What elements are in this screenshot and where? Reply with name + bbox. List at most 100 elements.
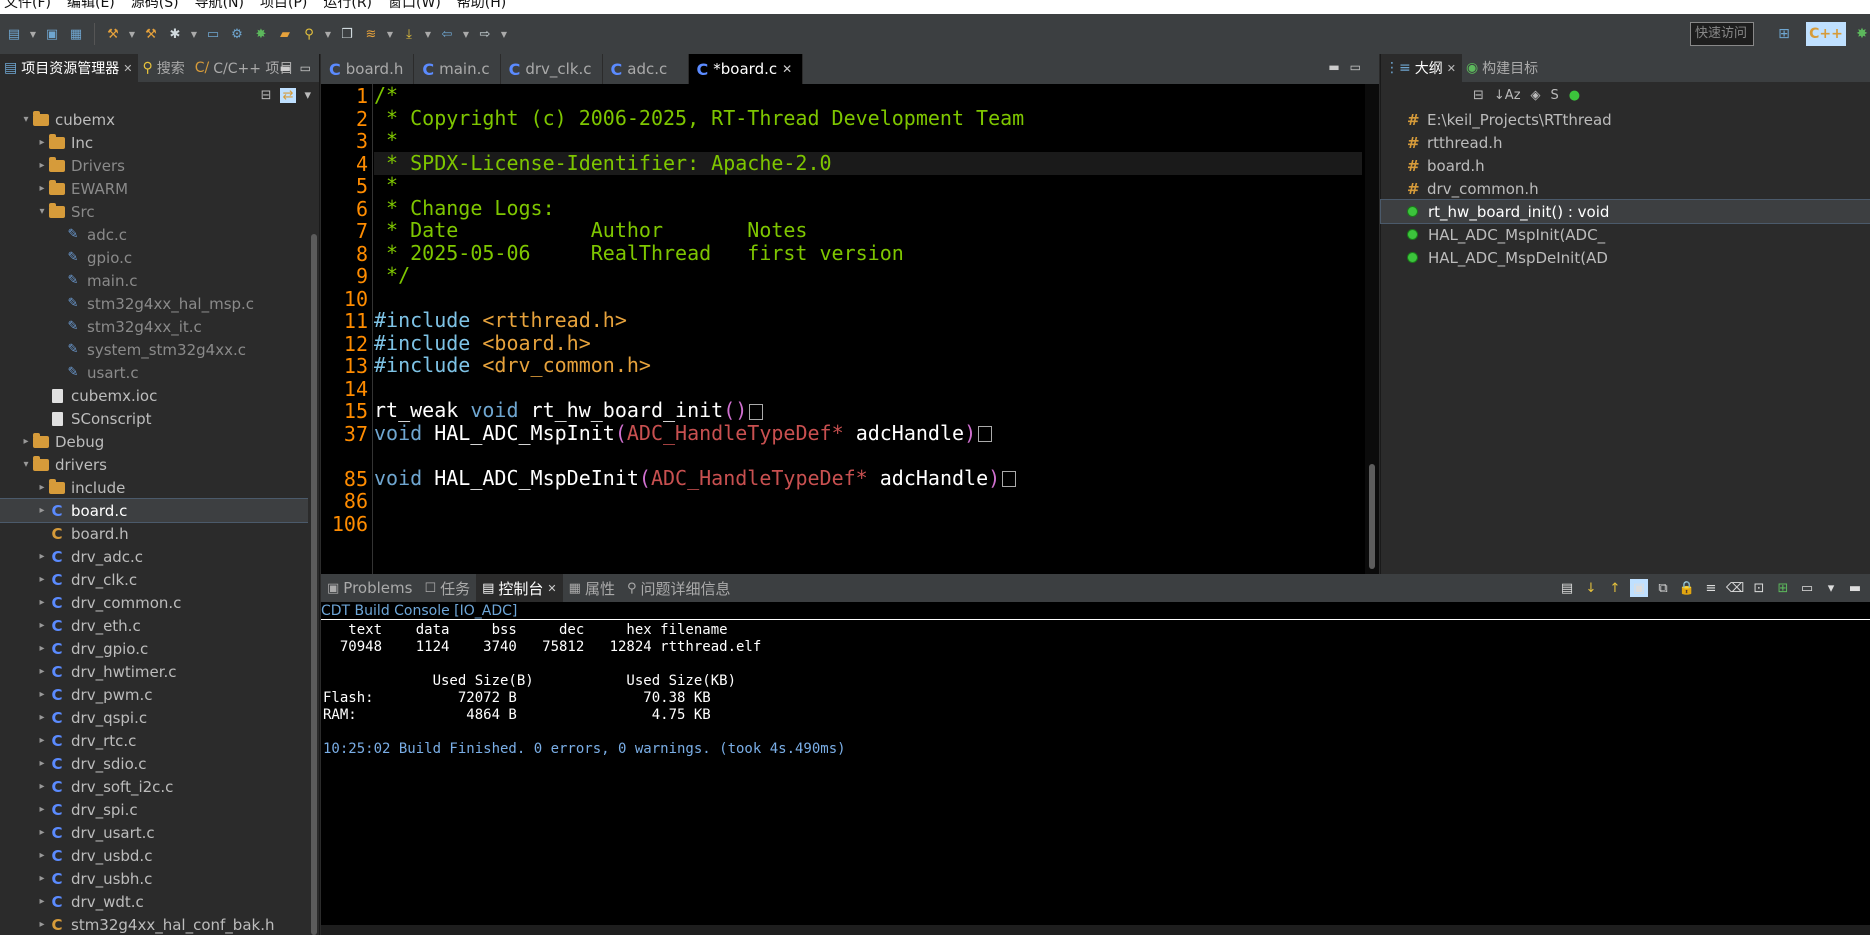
outline-item[interactable]: rt_hw_board_init() : void xyxy=(1380,199,1870,224)
maximize-icon[interactable]: ▭ xyxy=(300,61,311,75)
terminal-icon[interactable]: ▭ xyxy=(203,24,223,44)
expand-toggle-icon[interactable]: ▸ xyxy=(36,574,48,585)
expand-toggle-icon[interactable]: ▸ xyxy=(36,804,48,815)
pin-console-icon[interactable]: ⊡ xyxy=(1750,579,1768,597)
forward-arrow-icon[interactable]: ⇨ xyxy=(475,24,495,44)
tree-item[interactable]: ✎ stm32g4xx_it.c xyxy=(0,315,308,338)
clear-console-icon[interactable]: ⌫ xyxy=(1726,579,1744,597)
back-arrow-icon[interactable]: ⇦ xyxy=(437,24,457,44)
expand-toggle-icon[interactable]: ▸ xyxy=(36,712,48,723)
code-line[interactable]: */ xyxy=(374,264,410,287)
expand-toggle-icon[interactable]: ▸ xyxy=(36,597,48,608)
tree-item[interactable]: ▸ Cdrv_soft_i2c.c xyxy=(0,775,308,798)
editor-minmax-icons[interactable]: ▬▭ xyxy=(1328,60,1371,74)
scrollbar-thumb[interactable] xyxy=(1369,464,1375,569)
code-line[interactable]: * 2025-05-06 RealThread first version xyxy=(374,241,904,265)
tools-icon[interactable]: ✱ xyxy=(165,24,185,44)
menu-item[interactable]: 窗口(W) xyxy=(384,0,453,10)
tree-item[interactable]: ▸ Cdrv_wdt.c xyxy=(0,890,308,913)
settings-gear-icon[interactable]: ⚙ xyxy=(227,24,247,44)
tab-search[interactable]: ⚲ 搜索 xyxy=(138,54,190,82)
tree-item[interactable]: ✎ adc.c xyxy=(0,223,308,246)
code-area[interactable]: 1 2 3 4 5 6 7 8 9 10 11 12 13 14 15 37 85 86 106 /* * Copy… xyxy=(321,84,1379,574)
tree-item[interactable]: ▸ Inc xyxy=(0,131,308,154)
perspective-grid-icon[interactable]: ⊞ xyxy=(1772,22,1796,46)
tree-item[interactable]: ✎ system_stm32g4xx.c xyxy=(0,338,308,361)
menu-item[interactable]: 运行(R) xyxy=(319,0,384,10)
expand-toggle-icon[interactable]: ▸ xyxy=(36,620,48,631)
editor-scrollbar[interactable] xyxy=(1365,84,1379,574)
code-line[interactable]: #include <drv_common.h> xyxy=(374,354,651,377)
open-folder-icon[interactable]: ▰ xyxy=(275,24,295,44)
console-tab[interactable]: ▤ 控制台 ✕ xyxy=(476,574,563,602)
sort-icon[interactable]: ↓Az xyxy=(1494,88,1521,103)
tree-item[interactable]: ▸ Cstm32g4xx_hal_conf_bak.h xyxy=(0,913,308,935)
outline-item[interactable]: # rtthread.h xyxy=(1381,131,1870,154)
expand-toggle-icon[interactable]: ▸ xyxy=(36,666,48,677)
project-tree-scrollbar[interactable] xyxy=(309,108,319,935)
build-icon[interactable]: ⚒ xyxy=(103,24,123,44)
search-dropdown-icon[interactable]: ▼ xyxy=(323,24,333,44)
hammer-icon[interactable]: ⚒ xyxy=(141,24,161,44)
tree-item[interactable]: Cboard.h xyxy=(0,522,308,545)
copy-icon[interactable]: ⧉ xyxy=(1654,579,1672,597)
save-all-icon[interactable]: ▦ xyxy=(66,24,86,44)
tree-item[interactable]: ▸ Cdrv_hwtimer.c xyxy=(0,660,308,683)
folded-block-icon[interactable] xyxy=(749,403,764,420)
code-line[interactable]: rt_weak void rt_hw_board_init() xyxy=(374,399,764,422)
tree-item[interactable]: ✎ stm32g4xx_hal_msp.c xyxy=(0,292,308,315)
code-line[interactable]: #include <rtthread.h> xyxy=(374,309,627,332)
console-tab[interactable]: ☐ 任务 xyxy=(418,574,476,602)
tree-item[interactable]: ▸ Debug xyxy=(0,430,308,453)
tree-item[interactable]: ▸ Drivers xyxy=(0,154,308,177)
save-icon[interactable]: ▣ xyxy=(42,24,62,44)
tree-item[interactable]: ▸ Cdrv_qspi.c xyxy=(0,706,308,729)
menu-item[interactable]: 源码(S) xyxy=(127,0,191,10)
menu-item[interactable]: 导航(N) xyxy=(191,0,256,10)
tree-item[interactable]: ▸ Cdrv_clk.c xyxy=(0,568,308,591)
code-line[interactable]: * Date Author Notes xyxy=(374,219,807,242)
code-line[interactable]: * xyxy=(374,129,398,152)
download-icon[interactable]: ⤓ xyxy=(399,24,419,44)
expand-toggle-icon[interactable]: ▸ xyxy=(36,482,48,493)
hide-nonpublic-icon[interactable]: ● xyxy=(1569,88,1580,103)
expand-toggle-icon[interactable]: ▸ xyxy=(36,758,48,769)
show-console-icon[interactable]: ▣ xyxy=(1630,579,1648,597)
open-console-icon[interactable]: ▤ xyxy=(1558,579,1576,597)
quick-access-input[interactable]: 快速访问 xyxy=(1690,22,1754,46)
tree-item[interactable]: ✎ main.c xyxy=(0,269,308,292)
expand-toggle-icon[interactable]: ▾ xyxy=(20,114,32,125)
layers-icon[interactable]: ≋ xyxy=(361,24,381,44)
search-icon[interactable]: ⚲ xyxy=(299,24,319,44)
close-icon[interactable]: ✕ xyxy=(547,582,556,595)
code-line[interactable]: * Change Logs: xyxy=(374,196,555,220)
close-icon[interactable]: ✕ xyxy=(782,62,792,76)
expand-toggle-icon[interactable]: ▸ xyxy=(36,896,48,907)
tree-item[interactable]: ▾ cubemx xyxy=(0,108,308,131)
tree-item[interactable]: ▸ Cboard.c xyxy=(0,498,308,523)
new-console-icon[interactable]: ⊞ xyxy=(1774,579,1792,597)
code-line[interactable]: /* xyxy=(374,84,398,107)
tab-build-targets[interactable]: ◉ 构建目标 xyxy=(1462,54,1544,82)
expand-toggle-icon[interactable]: ▸ xyxy=(20,436,32,447)
code-line[interactable]: void HAL_ADC_MspDeInit(ADC_HandleTypeDef… xyxy=(374,466,1017,490)
console-tab[interactable]: ⚲ 问题详细信息 xyxy=(621,574,737,602)
collapse-all-icon[interactable]: ⊟ xyxy=(1473,88,1484,103)
console-tab[interactable]: ▦ 属性 xyxy=(563,574,621,602)
download-dropdown-icon[interactable]: ▼ xyxy=(423,24,433,44)
current-code-line[interactable]: * SPDX-License-Identifier: Apache-2.0 xyxy=(374,151,1362,175)
expand-toggle-icon[interactable]: ▸ xyxy=(36,827,48,838)
outline-item[interactable]: # board.h xyxy=(1381,154,1870,177)
editor-tab[interactable]: C *board.c ✕ xyxy=(688,54,804,84)
expand-toggle-icon[interactable]: ▸ xyxy=(36,689,48,700)
tree-item[interactable]: ▸ Cdrv_usart.c xyxy=(0,821,308,844)
code-line[interactable]: * xyxy=(374,174,398,197)
outline-item[interactable]: HAL_ADC_MspDeInit(AD xyxy=(1381,246,1870,269)
tree-item[interactable]: ▸ Cdrv_usbh.c xyxy=(0,867,308,890)
close-icon[interactable]: ✕ xyxy=(123,62,132,75)
expand-toggle-icon[interactable]: ▸ xyxy=(36,183,48,194)
hide-fields-icon[interactable]: ◈ xyxy=(1531,88,1541,103)
editor-tab[interactable]: Cdrv_clk.c xyxy=(501,54,603,84)
console-hscrollbar[interactable] xyxy=(321,925,1870,935)
code-line[interactable]: * Copyright (c) 2006-2025, RT-Thread Dev… xyxy=(374,106,1024,130)
